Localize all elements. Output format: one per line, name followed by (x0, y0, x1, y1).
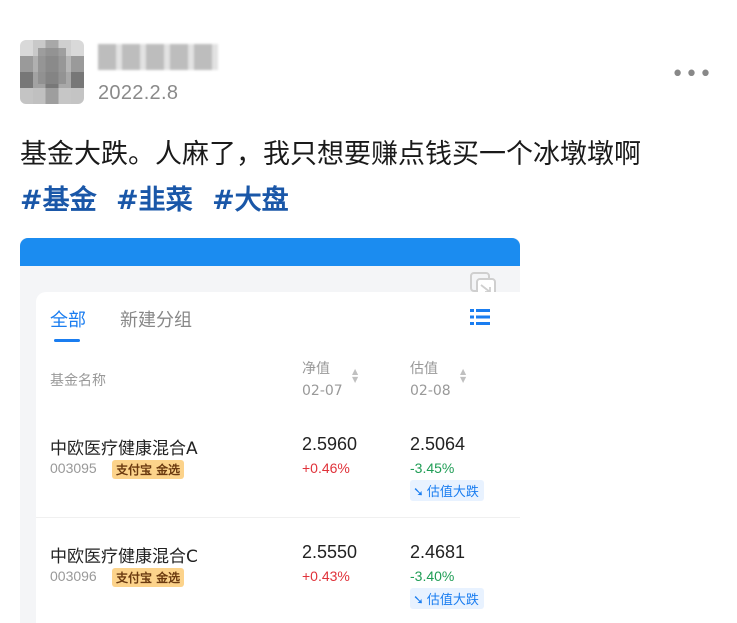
tab-new-group[interactable]: 新建分组 (120, 306, 192, 332)
embedded-screenshot[interactable]: 全部 新建分组 基金名称 净值 02-07 ▲ ▼ 估值 02-08 ▲ ▼ 中欧医… (20, 238, 520, 623)
estimate-drop-tag: ➘ 估值大跌 (410, 588, 484, 609)
post-text: 基金大跌。人麻了，我只想要赚点钱买一个冰墩墩啊 (20, 139, 641, 170)
fund-code: 003096 (50, 568, 97, 584)
sort-icon: ▲ ▼ (460, 367, 467, 384)
down-arrow-icon: ➘ (413, 485, 424, 500)
app-top-bar (20, 238, 520, 266)
fund-code: 003095 (50, 460, 97, 476)
nav-date: 02-07 (302, 383, 343, 399)
post-date: 2022.2.8 (98, 82, 179, 104)
column-header-estimate[interactable]: 估值 02-08 ▲ ▼ (410, 358, 466, 402)
post-header: 2022.2.8 ••• (20, 40, 717, 110)
nav-label: 净值 (302, 361, 330, 377)
list-view-icon[interactable] (470, 308, 490, 326)
estimate-value: 2.4681 (410, 542, 466, 562)
estimate-date: 02-08 (410, 383, 451, 399)
down-arrow-icon: ➘ (413, 593, 424, 608)
estimate-value: 2.5064 (410, 434, 466, 454)
fund-list-card: 全部 新建分组 基金名称 净值 02-07 ▲ ▼ 估值 02-08 ▲ ▼ 中欧医… (36, 292, 520, 623)
alipay-badge: 支付宝 金选 (112, 460, 185, 479)
estimate-change: -3.40% (410, 568, 455, 584)
estimate-change: -3.45% (410, 460, 455, 476)
tab-all[interactable]: 全部 (50, 306, 86, 342)
alipay-badge: 支付宝 金选 (112, 568, 185, 587)
nav-value: 2.5550 (302, 542, 358, 562)
column-header-nav[interactable]: 净值 02-07 ▲ ▼ (302, 358, 358, 402)
more-options-button[interactable]: ••• (671, 62, 713, 87)
nav-value: 2.5960 (302, 434, 358, 454)
hashtag-link[interactable]: #大盘 (212, 185, 289, 216)
column-header-name: 基金名称 (50, 373, 106, 389)
hashtag-link[interactable]: #基金 (20, 185, 97, 216)
hashtag-link[interactable]: #韭菜 (116, 185, 193, 216)
estimate-tag-label: 估值大跌 (426, 593, 479, 608)
estimate-label: 估值 (410, 361, 438, 377)
estimate-tag-label: 估值大跌 (426, 485, 479, 500)
hashtag-list: #基金 #韭菜 #大盘 (20, 182, 299, 220)
fund-row[interactable]: 中欧医疗健康混合C 003096 支付宝 金选 2.5550 +0.43% 2.… (36, 520, 520, 623)
avatar[interactable] (20, 40, 84, 104)
fund-row[interactable]: 中欧医疗健康混合A 003095 支付宝 金选 2.5960 +0.46% 2.… (36, 412, 520, 518)
username-blurred[interactable] (98, 44, 218, 70)
nav-change: +0.43% (302, 568, 350, 584)
estimate-drop-tag: ➘ 估值大跌 (410, 480, 484, 501)
fund-name: 中欧医疗健康混合C (50, 547, 198, 567)
sort-icon: ▲ ▼ (352, 367, 359, 384)
nav-change: +0.46% (302, 460, 350, 476)
fund-name: 中欧医疗健康混合A (50, 439, 198, 459)
